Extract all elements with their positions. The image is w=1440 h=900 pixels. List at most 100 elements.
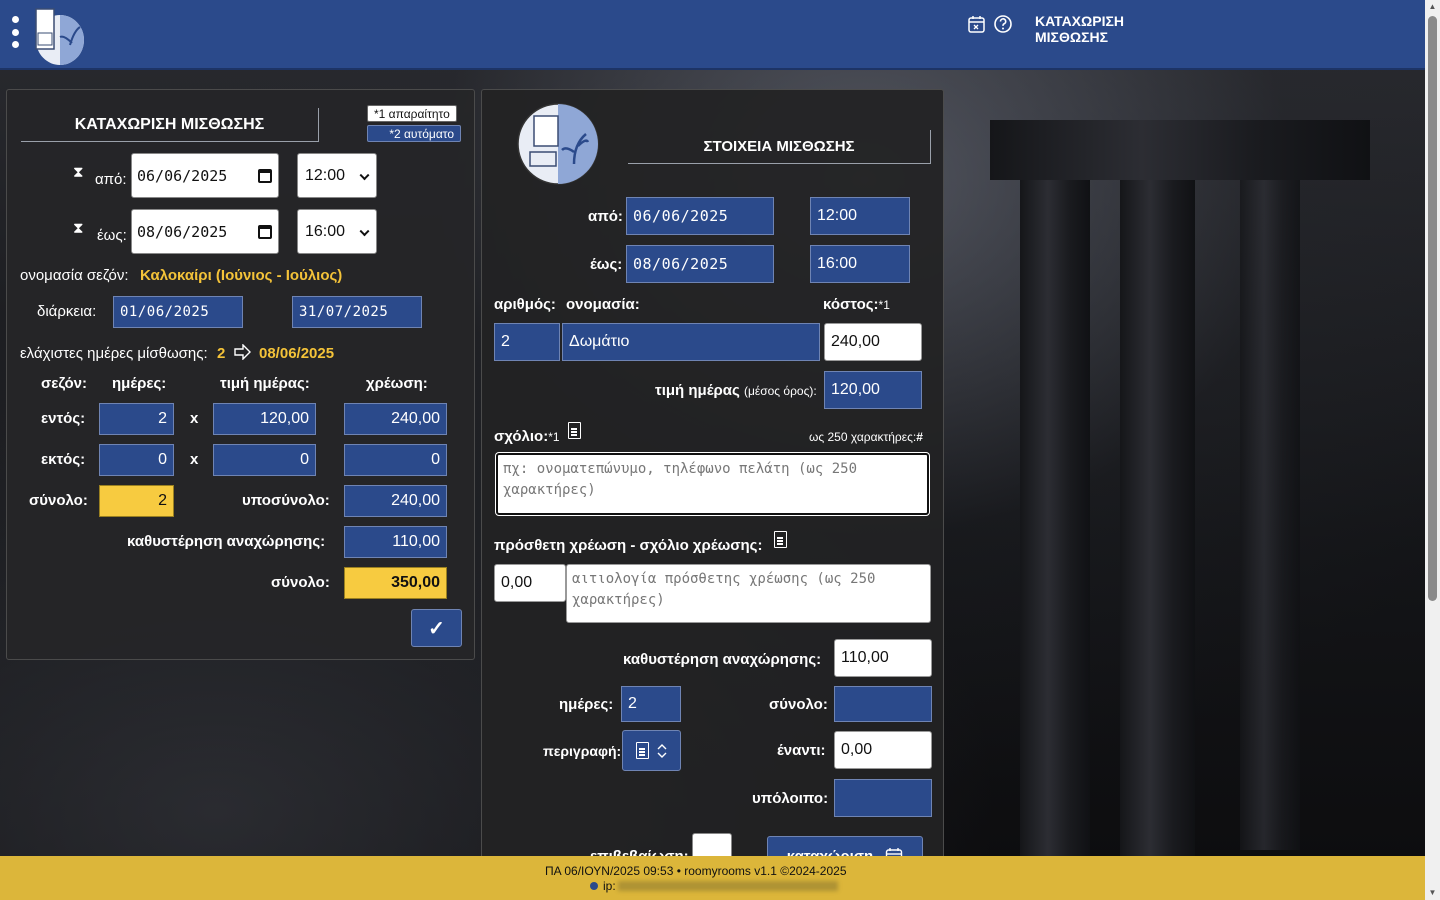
calendar-x-icon[interactable]: [967, 14, 987, 34]
menu-icon[interactable]: [10, 16, 20, 48]
col-season-header: σεζόν:: [41, 375, 87, 392]
name-label: ονομασία:: [566, 296, 640, 313]
scroll-up-icon[interactable]: ▲: [1428, 2, 1437, 12]
chevron-down-icon: [359, 225, 370, 236]
season-name-value: Καλοκαίρι (Ιούνιος - Ιούλιος): [140, 267, 343, 284]
min-days-value: 2: [217, 345, 226, 362]
name-field: Δωμάτιο: [562, 323, 820, 361]
scroll-down-icon[interactable]: ▼: [1428, 888, 1437, 898]
out-season-charge-field: 0: [344, 444, 447, 476]
hourglass-icon: ⧗: [73, 164, 84, 181]
comment-required-mark: *1: [548, 430, 560, 444]
out-season-label: εκτός:: [41, 451, 86, 468]
balance-label: υπόλοιπο:: [752, 790, 829, 807]
background-column: [1020, 170, 1090, 860]
to-time-value: 16:00: [305, 222, 346, 240]
chevron-down-icon: [359, 169, 370, 180]
confirm-button[interactable]: ✓: [411, 609, 462, 647]
header-title-line1: ΚΑΤΑΧΩΡΙΣΗ: [1035, 13, 1124, 29]
col-days-header: ημέρες:: [112, 375, 167, 392]
cost-input[interactable]: 240,00: [824, 323, 922, 361]
out-season-days-field: 0: [99, 444, 174, 476]
out-season-price-field: 0: [213, 444, 316, 476]
description-button[interactable]: [622, 730, 681, 771]
day-price-sub-label: (μέσος όρος):: [743, 384, 817, 398]
comment-textarea[interactable]: πχ: ονοματεπώνυμο, τηλέφωνο πελάτη (ως 2…: [496, 453, 929, 515]
col-day-price-header: τιμή ημέρας:: [220, 375, 310, 392]
arrow-right-icon: [234, 344, 251, 360]
comment-label: σχόλιο:*1: [494, 428, 560, 445]
late-departure-label: καθυστέρηση αναχώρησης:: [127, 533, 326, 550]
from-date-input[interactable]: 06/06/2025: [131, 153, 279, 198]
extra-charge-comment[interactable]: αιτιολογία πρόσθετης χρέωσης (ως 250 χαρ…: [566, 564, 931, 623]
background-column: [1120, 180, 1195, 860]
required-tag: *1 απαραίτητο: [367, 105, 457, 122]
from-time-select[interactable]: 12:00: [297, 153, 377, 198]
day-price-field: 120,00: [824, 371, 922, 409]
day-price-label: τιμή ημέρας (μέσος όρος):: [655, 382, 817, 399]
from-label: από:: [588, 208, 623, 225]
panel-title: ΚΑΤΑΧΩΡΙΣΗ ΜΙΣΘΩΣΗΣ: [21, 108, 319, 142]
scroll-thumb[interactable]: [1428, 16, 1437, 601]
comment-counter: #: [916, 430, 923, 444]
subtotal-label: υποσύνολο:: [242, 492, 330, 509]
ip-redacted: [618, 881, 838, 891]
comment-label-text: σχόλιο:: [494, 428, 549, 445]
document-icon[interactable]: [568, 422, 581, 439]
from-label: από:: [95, 171, 127, 188]
cost-label-text: κόστος:: [823, 296, 879, 313]
total-label: σύνολο:: [769, 696, 828, 713]
calendar-icon[interactable]: [258, 224, 272, 239]
background-entablature: [990, 120, 1370, 180]
to-time-select[interactable]: 16:00: [297, 209, 377, 254]
duration-to-field: 31/07/2025: [292, 296, 422, 328]
grand-total-field: 350,00: [344, 567, 447, 599]
logo-icon[interactable]: [30, 5, 86, 65]
status-dot: [590, 882, 598, 890]
to-date-value: 08/06/2025: [137, 222, 228, 241]
to-date-field: 08/06/2025: [626, 245, 774, 283]
in-season-price-field: 120,00: [213, 403, 316, 435]
number-label: αριθμός:: [494, 296, 556, 313]
to-time-field: 16:00: [810, 245, 910, 283]
min-days-date: 08/06/2025: [259, 345, 335, 362]
late-departure-field: 110,00: [344, 526, 447, 558]
cost-label: κόστος:*1: [823, 296, 890, 313]
chevron-down-icon: [657, 743, 667, 758]
cost-required-mark: *1: [878, 298, 890, 312]
from-date-value: 06/06/2025: [137, 166, 228, 185]
footer-ip: ip:: [603, 879, 616, 893]
in-season-days-field: 2: [99, 403, 174, 435]
total-days-field: 2: [99, 485, 174, 517]
footer-info: ΠΑ 06/ΙΟΥΝ/2025 09:53 • roomyrooms v1.1 …: [545, 864, 847, 878]
description-label: περιγραφή:: [543, 743, 622, 759]
duration-from-field: 01/06/2025: [113, 296, 243, 328]
scrollbar[interactable]: ▲ ▼: [1425, 0, 1440, 900]
multiply-sign: x: [190, 451, 199, 468]
calendar-icon[interactable]: [258, 168, 272, 183]
auto-tag: *2 αυτόματο: [367, 125, 461, 142]
number-field: 2: [494, 323, 560, 361]
extra-charge-input[interactable]: 0,00: [494, 564, 566, 602]
from-date-field: 06/06/2025: [626, 197, 774, 235]
in-season-label: εντός:: [41, 410, 86, 427]
from-time-field: 12:00: [810, 197, 910, 235]
advance-input[interactable]: 0,00: [834, 731, 932, 769]
col-charge-header: χρέωση:: [366, 375, 428, 392]
min-days-label: ελάχιστες ημέρες μίσθωσης:: [20, 345, 208, 362]
hourglass-icon: ⧗: [73, 220, 84, 237]
document-icon[interactable]: [774, 531, 787, 548]
extra-charge-label: πρόσθετη χρέωση - σχόλιο χρέωσης:: [494, 537, 763, 554]
late-departure-input[interactable]: 110,00: [834, 639, 932, 677]
from-time-value: 12:00: [305, 166, 346, 184]
days-field: 2: [621, 686, 681, 722]
to-date-input[interactable]: 08/06/2025: [131, 209, 279, 254]
comment-limit-text: ως 250 χαρακτήρες:: [809, 430, 917, 444]
check-icon: ✓: [428, 617, 445, 640]
footer-bar: ΠΑ 06/ΙΟΥΝ/2025 09:53 • roomyrooms v1.1 …: [0, 856, 1425, 900]
late-departure-label: καθυστέρηση αναχώρησης:: [623, 651, 822, 668]
background-column: [1240, 150, 1300, 850]
comment-limit: ως 250 χαρακτήρες:#: [809, 430, 923, 444]
help-icon[interactable]: [993, 14, 1013, 34]
total-field: [834, 686, 932, 722]
